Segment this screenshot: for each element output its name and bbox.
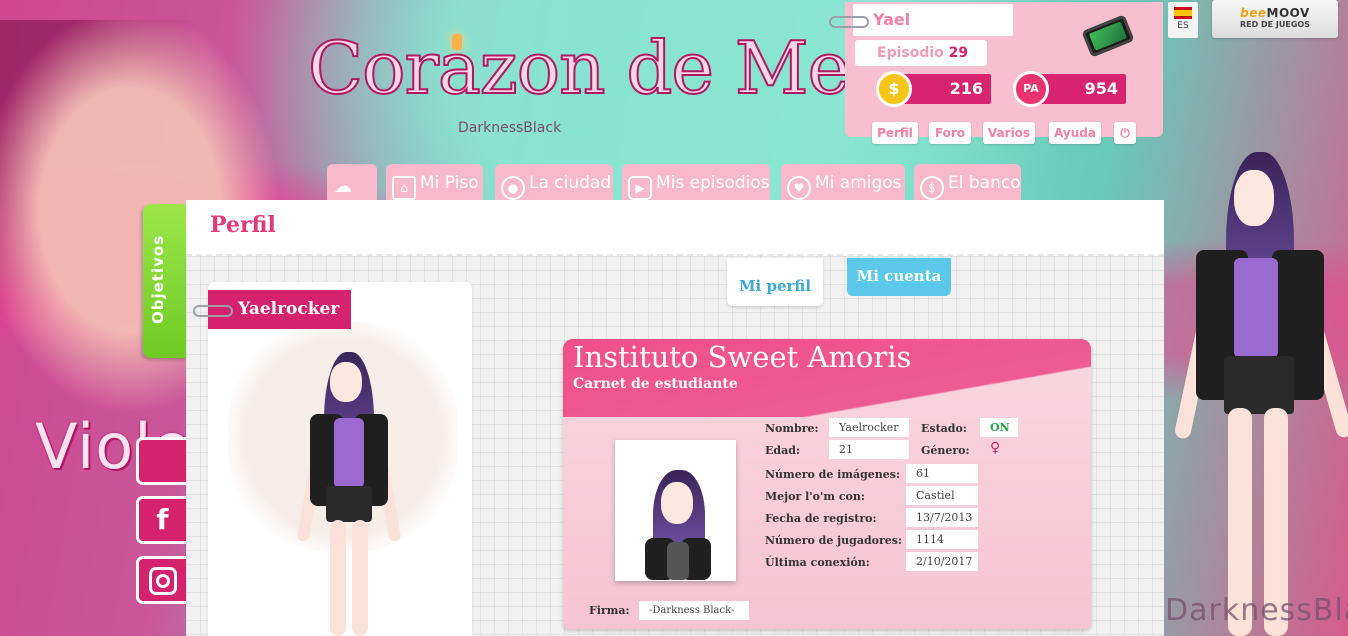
artist-watermark: DarknessBlack <box>1165 593 1348 628</box>
avatar-card <box>208 282 472 636</box>
nav-label: La ciudad <box>529 173 612 193</box>
estado-label: Estado: <box>921 422 967 435</box>
network-brand: beeMOOV <box>1240 6 1310 20</box>
pa-icon: PA <box>1013 71 1049 107</box>
page-title: Perfil <box>210 212 276 238</box>
coin-icon: $ <box>920 176 944 200</box>
nav-mis-episodios[interactable]: ▶ Mis episodios <box>622 164 770 200</box>
forum-button[interactable]: Foro <box>929 122 971 144</box>
conexion-label: Última conexión: <box>765 556 870 569</box>
nav-label: Mi Piso <box>420 173 479 193</box>
paperclip-icon <box>193 305 233 317</box>
username-field: Yael <box>853 4 1013 36</box>
logout-icon[interactable]: ⏻ <box>1114 122 1136 144</box>
objetivos-tab[interactable]: Objetivos <box>143 204 187 358</box>
facebook-button[interactable]: f <box>136 496 186 544</box>
imagenes-value: 61 <box>906 464 978 483</box>
avatar-image[interactable] <box>288 352 408 636</box>
nav-home[interactable]: ☁ <box>327 164 377 200</box>
heart-icon: ♥ <box>787 176 811 200</box>
conexion-value: 2/10/2017 <box>906 552 978 571</box>
registro-label: Fecha de registro: <box>765 512 877 525</box>
firma-value: -Darkness Black- <box>639 601 749 620</box>
nav-label: El banco <box>948 173 1021 193</box>
beemoov-network-link[interactable]: beeMOOV RED DE JUEGOS <box>1212 0 1338 38</box>
language-selector[interactable]: ES <box>1168 2 1198 38</box>
instagram-button[interactable] <box>136 556 186 604</box>
page-header <box>186 200 1164 256</box>
paperclip-icon <box>829 16 869 28</box>
right-character-art <box>1166 150 1348 636</box>
help-button[interactable]: Ayuda <box>1049 122 1101 144</box>
mejor-value: Castiel <box>906 486 978 505</box>
student-photo <box>615 440 736 581</box>
nav-la-ciudad[interactable]: ● La ciudad <box>495 164 613 200</box>
firma-label: Firma: <box>589 604 630 617</box>
genero-label: Género: <box>921 444 970 457</box>
jugadores-label: Número de jugadores: <box>765 534 903 547</box>
network-subtitle: RED DE JUEGOS <box>1239 20 1310 29</box>
nombre-label: Nombre: <box>765 422 819 435</box>
nav-mi-piso[interactable]: ⌂ Mi Piso <box>386 164 483 200</box>
tab-mi-perfil[interactable]: Mi perfil <box>727 258 823 306</box>
card-subtitle: Carnet de estudiante <box>573 376 738 392</box>
language-code: ES <box>1177 21 1189 31</box>
nav-label: Mi amigos <box>815 173 902 193</box>
coin-icon: $ <box>876 71 912 107</box>
misc-button[interactable]: Varios <box>983 122 1035 144</box>
imagenes-label: Número de imágenes: <box>765 468 901 481</box>
profile-button[interactable]: Perfil <box>872 122 918 144</box>
estado-value: ON <box>980 418 1018 437</box>
episode-label: Episodio <box>877 45 944 61</box>
spain-flag-icon <box>1174 7 1192 19</box>
nav-el-banco[interactable]: $ El banco <box>914 164 1021 200</box>
nav-label: Mis episodios <box>656 173 770 193</box>
episode-indicator[interactable]: Episodio 29 <box>855 40 987 66</box>
female-gender-icon: ♀ <box>990 440 1001 456</box>
nombre-value: Yaelrocker <box>829 418 909 437</box>
objetivos-label: Objetivos <box>149 234 167 324</box>
jugadores-value: 1114 <box>906 530 978 549</box>
shopping-bags-icon: ☁ <box>334 176 352 197</box>
location-pin-icon: ● <box>501 176 525 200</box>
logo-subtitle: DarknessBlack <box>458 120 562 136</box>
mejor-label: Mejor l'o'm con: <box>765 490 865 503</box>
edad-value: 21 <box>829 440 909 459</box>
house-icon: ⌂ <box>392 176 416 200</box>
instagram-icon <box>148 567 177 595</box>
registro-value: 13/7/2013 <box>906 508 978 527</box>
facebook-icon: f <box>156 503 169 536</box>
social-button[interactable] <box>136 437 186 485</box>
school-name: Instituto Sweet Amoris <box>573 340 912 374</box>
tab-mi-cuenta[interactable]: Mi cuenta <box>847 258 951 296</box>
episode-number: 29 <box>948 45 969 61</box>
nav-mi-amigos[interactable]: ♥ Mi amigos <box>781 164 905 200</box>
edad-label: Edad: <box>765 444 800 457</box>
play-icon: ▶ <box>628 176 652 200</box>
